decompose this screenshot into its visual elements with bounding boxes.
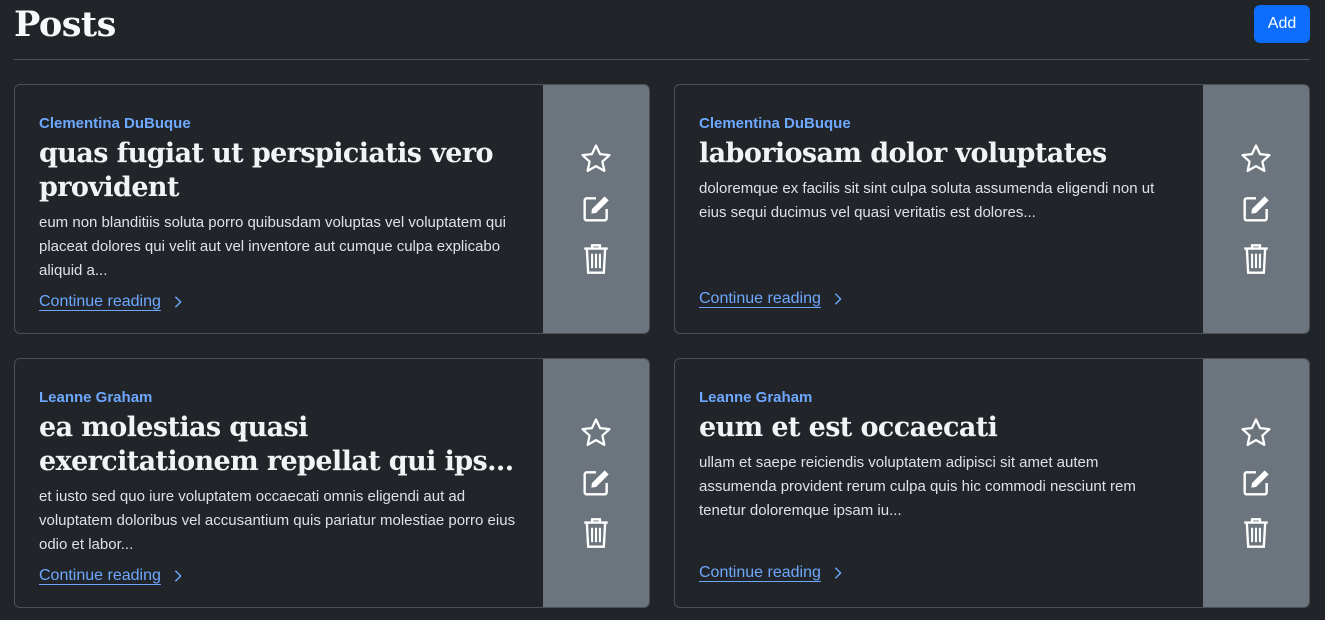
trash-icon[interactable] [1238, 241, 1274, 277]
star-icon[interactable] [578, 415, 614, 451]
edit-icon[interactable] [1238, 465, 1274, 501]
post-excerpt: et iusto sed quo iure voluptatem occaeca… [39, 488, 516, 553]
post-card-body: Leanne Graham eum et est occaecati ullam… [675, 359, 1204, 607]
post-card-body: Clementina DuBuque laboriosam dolor volu… [675, 85, 1204, 333]
post-title: eum et est occaecati [699, 412, 998, 443]
post-excerpt: doloremque ex facilis sit sint culpa sol… [699, 180, 1155, 221]
star-icon[interactable] [1238, 415, 1274, 451]
post-title: ea molestias quasi exercitationem repell… [39, 412, 514, 477]
post-author: Clementina DuBuque [699, 115, 851, 132]
post-author: Leanne Graham [39, 389, 153, 406]
chevron-right-icon [171, 569, 185, 583]
post-excerpt: eum non blanditiis soluta porro quibusda… [39, 214, 506, 279]
post-actions [1203, 359, 1309, 607]
post-title: laboriosam dolor voluptates [699, 138, 1107, 169]
post-card-body: Clementina DuBuque quas fugiat ut perspi… [15, 85, 544, 333]
page-header: Posts Add [14, 0, 1310, 60]
chevron-right-icon [831, 566, 845, 580]
post-card: Clementina DuBuque quas fugiat ut perspi… [14, 84, 650, 334]
trash-icon[interactable] [578, 241, 614, 277]
edit-icon[interactable] [578, 191, 614, 227]
post-actions [543, 359, 649, 607]
continue-reading-label: Continue reading [699, 564, 821, 581]
chevron-right-icon [831, 292, 845, 306]
post-card: Leanne Graham eum et est occaecati ullam… [674, 358, 1310, 608]
trash-icon[interactable] [578, 515, 614, 551]
edit-icon[interactable] [1238, 191, 1274, 227]
page-title: Posts [14, 4, 116, 45]
star-icon[interactable] [578, 141, 614, 177]
post-card: Leanne Graham ea molestias quasi exercit… [14, 358, 650, 608]
continue-reading-label: Continue reading [39, 567, 161, 584]
continue-reading-label: Continue reading [39, 293, 161, 310]
star-icon[interactable] [1238, 141, 1274, 177]
post-author: Leanne Graham [699, 389, 813, 406]
continue-reading-label: Continue reading [699, 290, 821, 307]
post-card: Clementina DuBuque laboriosam dolor volu… [674, 84, 1310, 334]
post-excerpt: ullam et saepe reiciendis voluptatem adi… [699, 454, 1136, 519]
post-actions [1203, 85, 1309, 333]
trash-icon[interactable] [1238, 515, 1274, 551]
continue-reading-link[interactable]: Continue reading [699, 564, 845, 582]
posts-grid: Clementina DuBuque quas fugiat ut perspi… [14, 84, 1310, 608]
add-post-button[interactable]: Add [1254, 5, 1310, 43]
edit-icon[interactable] [578, 465, 614, 501]
continue-reading-link[interactable]: Continue reading [39, 293, 185, 311]
continue-reading-link[interactable]: Continue reading [699, 290, 845, 308]
post-actions [543, 85, 649, 333]
post-author: Clementina DuBuque [39, 115, 191, 132]
continue-reading-link[interactable]: Continue reading [39, 567, 185, 585]
post-title: quas fugiat ut perspiciatis vero provide… [39, 138, 494, 203]
post-card-body: Leanne Graham ea molestias quasi exercit… [15, 359, 544, 607]
chevron-right-icon [171, 295, 185, 309]
